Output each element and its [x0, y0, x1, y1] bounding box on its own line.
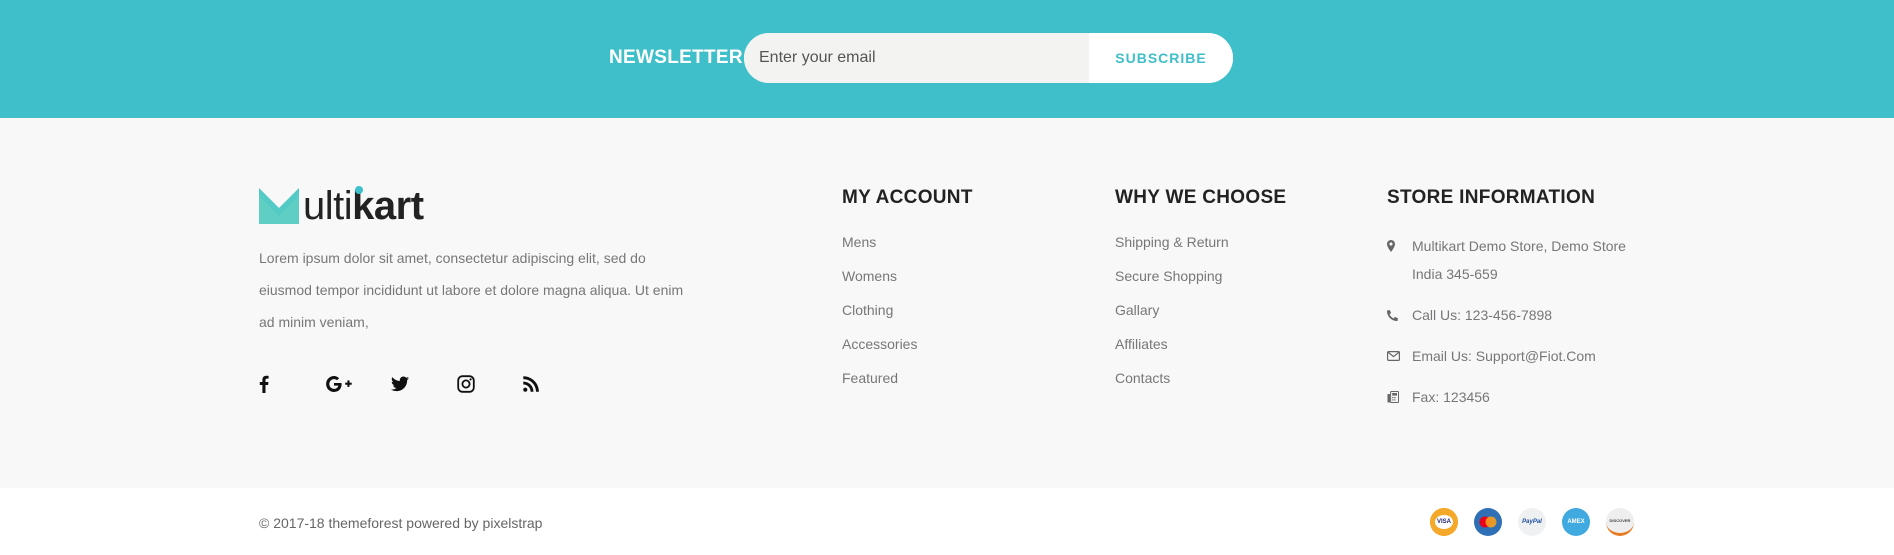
- facebook-icon[interactable]: [259, 372, 325, 396]
- copyright-text: © 2017-18 themeforest powered by pixelst…: [259, 515, 543, 531]
- logo-text-light: ulti: [303, 184, 353, 228]
- store-address-text: Multikart Demo Store, Demo Store India 3…: [1412, 238, 1626, 282]
- payment-methods: VISA PayPal AMEX DISCOVER: [1430, 508, 1634, 536]
- visa-label: VISA: [1434, 515, 1453, 529]
- google-plus-icon[interactable]: [325, 372, 391, 396]
- my-account-title: MY ACCOUNT: [842, 187, 973, 208]
- footer-link-contacts[interactable]: Contacts: [1115, 368, 1286, 402]
- mastercard-icon[interactable]: [1474, 508, 1502, 536]
- footer-link-featured[interactable]: Featured: [842, 368, 973, 402]
- newsletter-section: NEWSLETTER SUBSCRIBE: [0, 0, 1894, 118]
- footer-link-secure-shopping[interactable]: Secure Shopping: [1115, 266, 1286, 300]
- store-address: Multikart Demo Store, Demo Store India 3…: [1387, 232, 1647, 288]
- phone-icon: [1387, 301, 1412, 329]
- why-we-choose-column: WHY WE CHOOSE Shipping & Return Secure S…: [1115, 186, 1286, 402]
- twitter-icon[interactable]: [391, 372, 457, 396]
- footer-link-clothing[interactable]: Clothing: [842, 300, 973, 334]
- store-email-text: Email Us: Support@Fiot.Com: [1412, 348, 1596, 364]
- american-express-icon[interactable]: AMEX: [1562, 508, 1590, 536]
- footer-link-mens[interactable]: Mens: [842, 232, 973, 266]
- store-phone: Call Us: 123-456-7898: [1387, 301, 1647, 329]
- store-information-title: STORE INFORMATION: [1387, 187, 1596, 208]
- discover-label: DISCOVER: [1609, 518, 1631, 523]
- store-information-column: STORE INFORMATION Multikart Demo Store, …: [1387, 186, 1647, 411]
- why-we-choose-title: WHY WE CHOOSE: [1115, 187, 1287, 208]
- logo-m-icon: [259, 188, 299, 224]
- footer-link-affiliates[interactable]: Affiliates: [1115, 334, 1286, 368]
- newsletter-form: SUBSCRIBE: [744, 33, 1233, 83]
- why-we-choose-list: Shipping & Return Secure Shopping Gallar…: [1115, 232, 1286, 402]
- map-marker-icon: [1387, 232, 1412, 260]
- footer-link-accessories[interactable]: Accessories: [842, 334, 973, 368]
- footer-link-shipping-return[interactable]: Shipping & Return: [1115, 232, 1286, 266]
- multikart-logo[interactable]: ultikart: [259, 186, 424, 226]
- envelope-icon: [1387, 342, 1412, 370]
- store-phone-text: Call Us: 123-456-7898: [1412, 307, 1553, 323]
- footer-bottom-bar: © 2017-18 themeforest powered by pixelst…: [0, 488, 1894, 555]
- footer-main: ultikart Lorem ipsum dolor sit amet, con…: [0, 118, 1894, 488]
- instagram-icon[interactable]: [457, 372, 523, 396]
- newsletter-title: NEWSLETTER: [609, 47, 743, 68]
- about-text: Lorem ipsum dolor sit amet, consectetur …: [259, 250, 684, 330]
- footer-link-gallary[interactable]: Gallary: [1115, 300, 1286, 334]
- store-email: Email Us: Support@Fiot.Com: [1387, 342, 1647, 370]
- rss-icon[interactable]: [523, 372, 589, 396]
- logo-dot: [355, 186, 363, 194]
- footer-link-womens[interactable]: Womens: [842, 266, 973, 300]
- paypal-label: PayPal: [1522, 519, 1542, 525]
- logo-text: ultikart: [303, 186, 424, 226]
- my-account-column: MY ACCOUNT Mens Womens Clothing Accessor…: [842, 186, 973, 402]
- amex-label: AMEX: [1567, 519, 1585, 525]
- newsletter-email-input[interactable]: [744, 33, 1089, 83]
- store-fax: Fax: 123456: [1387, 383, 1647, 411]
- visa-icon[interactable]: VISA: [1430, 508, 1458, 536]
- discover-icon[interactable]: DISCOVER: [1606, 508, 1634, 536]
- subscribe-button[interactable]: SUBSCRIBE: [1089, 33, 1233, 83]
- paypal-icon[interactable]: PayPal: [1518, 508, 1546, 536]
- my-account-list: Mens Womens Clothing Accessories Feature…: [842, 232, 973, 402]
- store-fax-text: Fax: 123456: [1412, 389, 1490, 405]
- social-links: [259, 372, 589, 396]
- fax-icon: [1387, 383, 1412, 411]
